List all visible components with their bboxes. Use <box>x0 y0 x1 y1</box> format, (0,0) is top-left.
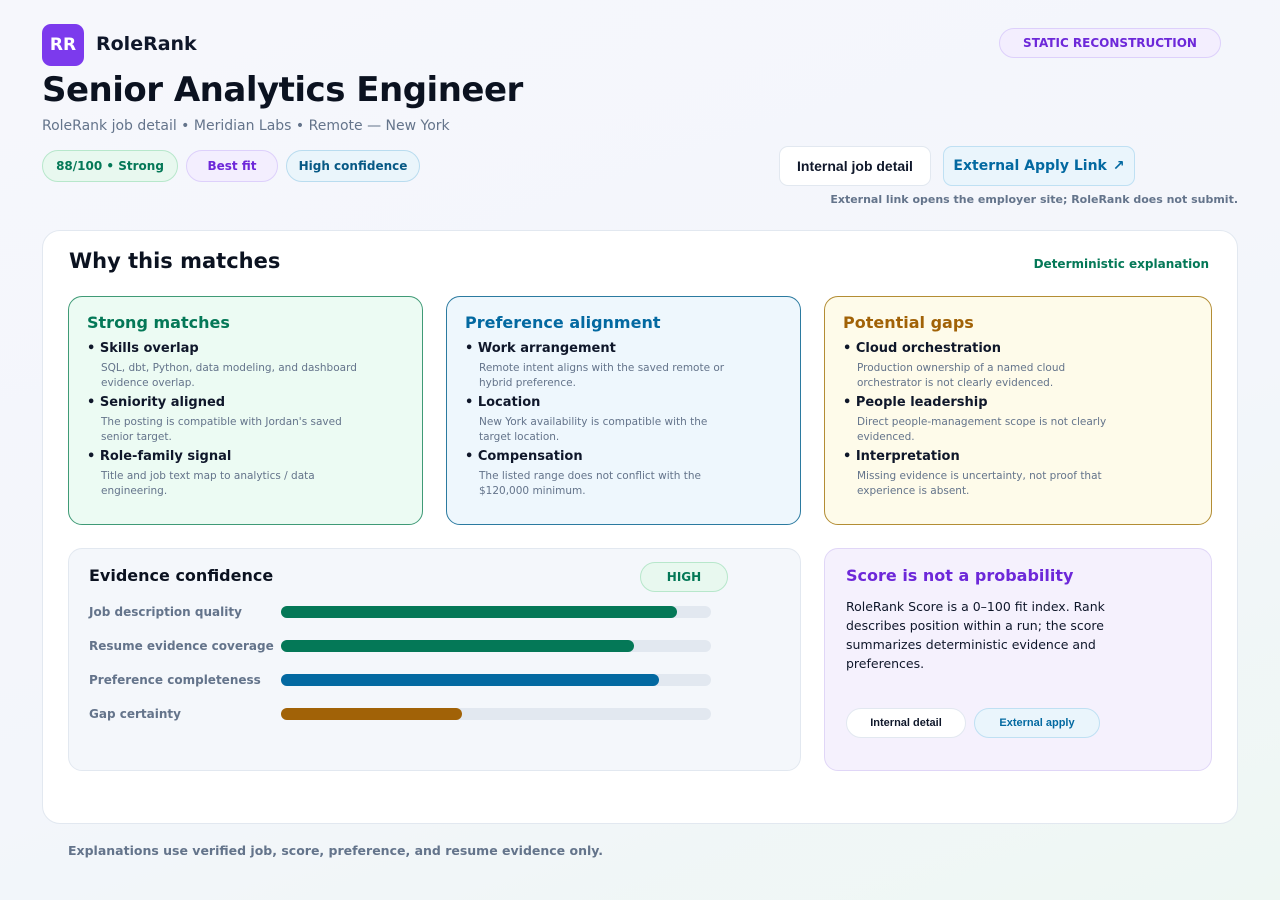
evidence-row: Job description quality <box>89 603 779 623</box>
why-this-matches-card: Why this matches Deterministic explanati… <box>42 230 1238 824</box>
strong-item-desc: The posting is compatible with Jordan's … <box>101 416 342 443</box>
evidence-bar-track <box>281 674 711 686</box>
confidence-chip: High confidence <box>286 150 420 182</box>
deterministic-label: Deterministic explanation <box>1033 257 1209 271</box>
preference-alignment-panel: Preference alignment • Work arrangement … <box>446 296 801 525</box>
evidence-row: Preference completeness <box>89 671 779 691</box>
gap-item-desc: Missing evidence is uncertainty, not pro… <box>857 470 1102 497</box>
evidence-bar-fill <box>281 674 660 686</box>
strong-item-desc: Title and job text map to analytics / da… <box>101 470 315 497</box>
evidence-row: Resume evidence coverage <box>89 637 779 657</box>
strong-item-desc: SQL, dbt, Python, data modeling, and das… <box>101 362 357 389</box>
preference-item-desc: The listed range does not conflict with … <box>479 470 701 497</box>
confidence-level-badge: HIGH <box>640 562 728 592</box>
evidence-bar-fill <box>281 606 677 618</box>
evidence-bar-track <box>281 708 711 720</box>
gap-item-title: • Cloud orchestration <box>843 341 1001 356</box>
strong-item-title: • Role-family signal <box>87 449 232 464</box>
evidence-row-label: Preference completeness <box>89 673 261 687</box>
potential-gaps-title: Potential gaps <box>843 313 974 332</box>
score-chip: 88/100 • Strong <box>42 150 178 182</box>
strong-item-title: • Skills overlap <box>87 341 199 356</box>
evidence-row-label: Job description quality <box>89 605 242 619</box>
static-reconstruction-badge: STATIC RECONSTRUCTION <box>999 28 1221 58</box>
footer-note: Explanations use verified job, score, pr… <box>68 843 604 858</box>
gap-item-desc: Production ownership of a named cloud or… <box>857 362 1066 389</box>
evidence-confidence-title: Evidence confidence <box>89 566 274 585</box>
brand-name: RoleRank <box>96 33 197 55</box>
preference-item-title: • Work arrangement <box>465 341 616 356</box>
internal-job-detail-button[interactable]: Internal job detail <box>779 146 931 186</box>
fit-chip: Best fit <box>186 150 278 182</box>
evidence-confidence-panel: Evidence confidence HIGH Job description… <box>68 548 801 771</box>
strong-matches-panel: Strong matches • Skills overlap SQL, dbt… <box>68 296 423 525</box>
logo-text: RR <box>49 35 77 55</box>
internal-detail-button[interactable]: Internal detail <box>846 708 966 738</box>
evidence-bar-fill <box>281 640 634 652</box>
score-not-probability-panel: Score is not a probability RoleRank Scor… <box>824 548 1212 771</box>
evidence-bar-fill <box>281 708 462 720</box>
page-subtitle: RoleRank job detail • Meridian Labs • Re… <box>42 118 450 134</box>
score-note-text: RoleRank Score is a 0–100 fit index. Ran… <box>846 599 1105 671</box>
external-apply-label: External Apply Link <box>953 158 1107 174</box>
preference-item-title: • Location <box>465 395 541 410</box>
external-link-icon: ↗ <box>1112 158 1125 174</box>
external-link-note: External link opens the employer site; R… <box>830 193 1238 206</box>
evidence-row: Gap certainty <box>89 705 779 725</box>
evidence-bar-track <box>281 640 711 652</box>
preference-alignment-title: Preference alignment <box>465 313 661 332</box>
external-apply-button[interactable]: External apply <box>974 708 1100 738</box>
score-note-title: Score is not a probability <box>846 566 1074 585</box>
gap-item-title: • Interpretation <box>843 449 960 464</box>
rolerank-logo: RR <box>42 24 84 66</box>
evidence-row-label: Gap certainty <box>89 707 181 721</box>
preference-item-desc: New York availability is compatible with… <box>479 416 708 443</box>
preference-item-title: • Compensation <box>465 449 583 464</box>
potential-gaps-panel: Potential gaps • Cloud orchestration Pro… <box>824 296 1212 525</box>
why-title: Why this matches <box>69 249 281 273</box>
evidence-bar-track <box>281 606 711 618</box>
evidence-row-label: Resume evidence coverage <box>89 639 274 653</box>
gap-item-desc: Direct people-management scope is not cl… <box>857 416 1107 443</box>
page-title: Senior Analytics Engineer <box>42 70 523 110</box>
preference-item-desc: Remote intent aligns with the saved remo… <box>479 362 725 389</box>
external-apply-link[interactable]: External Apply Link ↗ <box>943 146 1135 186</box>
strong-item-title: • Seniority aligned <box>87 395 226 410</box>
gap-item-title: • People leadership <box>843 395 988 410</box>
strong-matches-title: Strong matches <box>87 313 230 332</box>
